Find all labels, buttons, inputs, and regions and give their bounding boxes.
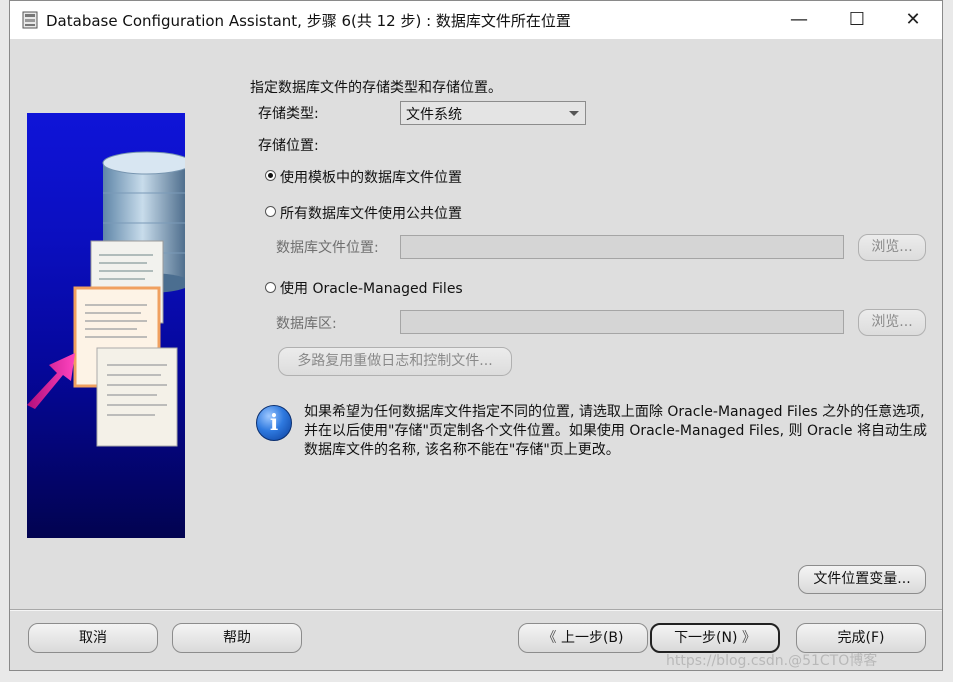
arrow — [27, 353, 75, 409]
cancel-button[interactable]: 取消 — [28, 623, 158, 653]
storage-type-value: 文件系统 — [406, 107, 462, 123]
radio-oracle-managed-files[interactable] — [265, 282, 276, 293]
maximize-button[interactable]: ☐ — [834, 5, 880, 35]
storage-type-select[interactable]: 文件系统 — [400, 101, 586, 125]
browse-button-2[interactable]: 浏览... — [858, 309, 926, 336]
help-button[interactable]: 帮助 — [172, 623, 302, 653]
chevron-right-icon: 》 — [741, 630, 756, 646]
watermark: https://blog.csdn.@51CTO博客 — [666, 653, 878, 669]
back-button-label: 上一步(B) — [560, 630, 624, 646]
file-location-variables-button[interactable]: 文件位置变量... — [798, 565, 926, 594]
finish-button[interactable]: 完成(F) — [796, 623, 926, 653]
storage-location-label: 存储位置: — [258, 138, 319, 154]
title-bar: Database Configuration Assistant, 步骤 6(共… — [10, 1, 942, 39]
next-button-label: 下一步(N) — [674, 630, 738, 646]
chevron-down-icon — [569, 111, 579, 116]
form-heading: 指定数据库文件的存储类型和存储位置。 — [250, 80, 502, 96]
chevron-left-icon: 《 — [542, 630, 557, 646]
db-area-label: 数据库区: — [276, 316, 337, 332]
option-omf-label: 使用 Oracle-Managed Files — [280, 281, 463, 297]
multiplex-redo-control-button[interactable]: 多路复用重做日志和控制文件... — [278, 347, 512, 376]
app-icon — [22, 11, 38, 29]
minimize-button[interactable]: — — [776, 5, 822, 35]
storage-type-label: 存储类型: — [258, 106, 319, 122]
wizard-content: 指定数据库文件的存储类型和存储位置。 存储类型: 文件系统 存储位置: 使用模板… — [10, 39, 942, 670]
window-title: Database Configuration Assistant, 步骤 6(共… — [46, 12, 571, 30]
info-icon: i — [256, 405, 292, 441]
back-button[interactable]: 《 上一步(B) — [518, 623, 648, 653]
option-common-label: 所有数据库文件使用公共位置 — [280, 206, 462, 222]
db-file-location-input[interactable] — [400, 235, 844, 259]
dca-window: Database Configuration Assistant, 步骤 6(共… — [9, 0, 943, 671]
db-file-location-label: 数据库文件位置: — [276, 240, 379, 256]
footer-separator — [10, 609, 942, 611]
next-button[interactable]: 下一步(N) 》 — [650, 623, 780, 653]
browse-button-1[interactable]: 浏览... — [858, 234, 926, 261]
db-area-input[interactable] — [400, 310, 844, 334]
info-message: 如果希望为任何数据库文件指定不同的位置, 请选取上面除 Oracle-Manag… — [304, 404, 927, 458]
option-template-label: 使用模板中的数据库文件位置 — [280, 170, 462, 186]
document — [96, 347, 178, 447]
radio-template-location[interactable] — [265, 170, 276, 181]
wizard-illustration — [27, 113, 185, 538]
radio-common-location[interactable] — [265, 206, 276, 217]
close-button[interactable]: ✕ — [890, 5, 936, 35]
